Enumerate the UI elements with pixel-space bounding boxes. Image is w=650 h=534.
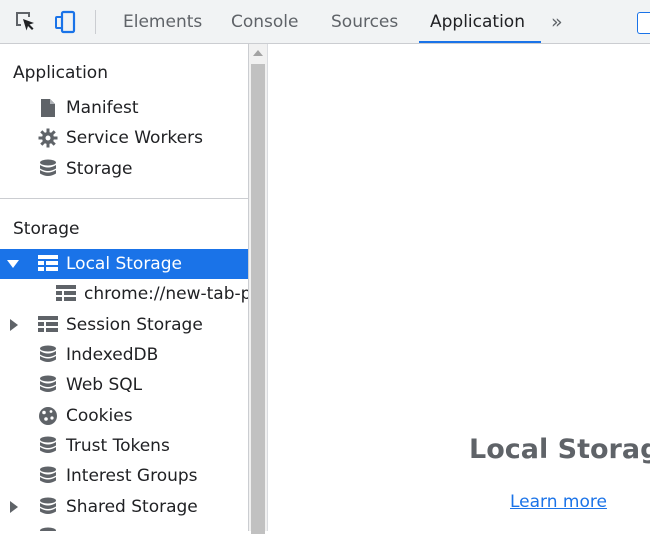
sidebar-scrollbar[interactable] <box>249 44 267 534</box>
section-divider <box>0 198 248 199</box>
tab-elements[interactable]: Elements <box>123 0 202 44</box>
sidebar-item-partial[interactable] <box>0 522 248 531</box>
scroll-up-arrow-icon[interactable] <box>253 50 263 56</box>
sidebar-item-indexeddb[interactable]: IndexedDB <box>0 340 248 370</box>
sidebar-item-label: Interest Groups <box>66 466 198 486</box>
tab-console[interactable]: Console <box>231 0 299 44</box>
sidebar-item-label: Local Storage <box>66 254 182 274</box>
table-icon <box>56 284 76 304</box>
sidebar-item-interest-groups[interactable]: Interest Groups <box>0 461 248 491</box>
database-icon <box>38 436 58 456</box>
sidebar-item-label: Trust Tokens <box>66 436 170 456</box>
sidebar-item-label: IndexedDB <box>66 345 159 365</box>
sidebar-item-shared-storage[interactable]: Shared Storage <box>0 492 248 522</box>
expand-arrow-right-icon[interactable] <box>0 501 22 513</box>
cookie-icon <box>38 406 58 426</box>
sidebar-item-label: Manifest <box>66 98 139 118</box>
section-title-storage: Storage <box>13 219 80 239</box>
tab-sources[interactable]: Sources <box>331 0 398 44</box>
sidebar-item-manifest[interactable]: Manifest <box>0 93 248 123</box>
sidebar-item-label: chrome://new-tab-p <box>84 284 249 304</box>
expand-arrow-down-icon[interactable] <box>0 259 22 269</box>
database-icon <box>38 497 58 517</box>
document-icon <box>38 98 58 118</box>
page-title: Local Storage <box>469 434 650 465</box>
sidebar-item-label: Shared Storage <box>66 497 198 517</box>
sidebar-item-label: Storage <box>66 159 133 179</box>
application-sidebar: Application Manifest Service Workers Sto… <box>0 44 249 531</box>
main-panel: Local Storage Learn more <box>267 44 650 531</box>
sidebar-item-label: Session Storage <box>66 315 203 335</box>
sidebar-item-local-storage-origin[interactable]: chrome://new-tab-p <box>0 279 249 309</box>
database-icon <box>38 345 58 365</box>
database-icon <box>38 375 58 395</box>
table-icon <box>38 254 58 274</box>
database-icon <box>38 159 58 179</box>
active-tab-indicator <box>419 41 541 43</box>
sidebar-item-web-sql[interactable]: Web SQL <box>0 370 248 400</box>
scrollbar-thumb[interactable] <box>251 64 265 534</box>
sidebar-item-trust-tokens[interactable]: Trust Tokens <box>0 431 248 461</box>
section-title-application: Application <box>13 63 108 83</box>
database-icon <box>38 527 58 531</box>
sidebar-item-label: Web SQL <box>66 375 143 395</box>
table-icon <box>38 315 58 335</box>
tab-application[interactable]: Application <box>430 0 525 44</box>
sidebar-item-label: Cookies <box>66 406 133 426</box>
devtools-tab-strip: Elements Console Sources Application » <box>0 0 650 44</box>
sidebar-item-session-storage[interactable]: Session Storage <box>0 310 248 340</box>
sidebar-item-service-workers[interactable]: Service Workers <box>0 123 248 153</box>
sidebar-item-cookies[interactable]: Cookies <box>0 401 248 431</box>
more-tabs-button[interactable]: » <box>551 0 563 44</box>
inspect-element-icon[interactable] <box>13 9 39 35</box>
learn-more-link[interactable]: Learn more <box>510 492 607 512</box>
sidebar-item-storage-overview[interactable]: Storage <box>0 154 248 184</box>
sidebar-item-local-storage[interactable]: Local Storage <box>0 249 248 279</box>
settings-edge-button[interactable] <box>637 12 650 34</box>
expand-arrow-right-icon[interactable] <box>0 319 22 331</box>
database-icon <box>38 466 58 486</box>
gear-icon <box>38 128 58 148</box>
sidebar-item-label: Service Workers <box>66 128 203 148</box>
toolbar-separator <box>95 10 96 34</box>
device-toolbar-icon[interactable] <box>53 9 79 35</box>
